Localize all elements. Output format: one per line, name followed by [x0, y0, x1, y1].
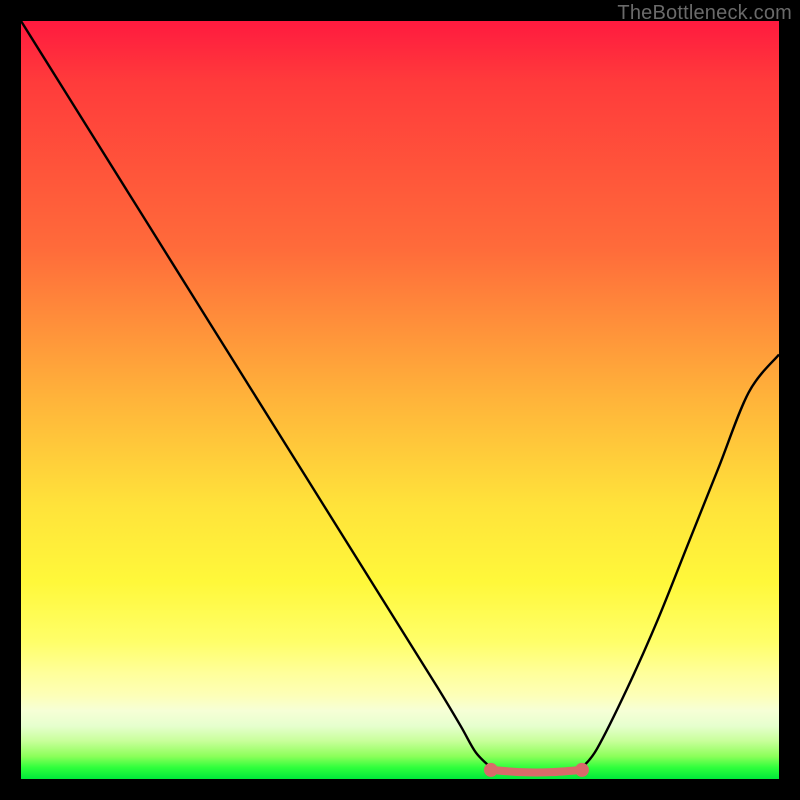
plot-area	[21, 21, 779, 779]
flat-optimal-segment	[491, 770, 582, 773]
flat-right-endpoint	[575, 763, 589, 777]
bottleneck-curve-left	[21, 21, 491, 768]
bottleneck-curve-right	[582, 355, 779, 768]
chart-container: TheBottleneck.com	[0, 0, 800, 800]
attribution-text: TheBottleneck.com	[617, 2, 792, 25]
flat-left-endpoint	[484, 763, 498, 777]
curve-layer	[21, 21, 779, 779]
